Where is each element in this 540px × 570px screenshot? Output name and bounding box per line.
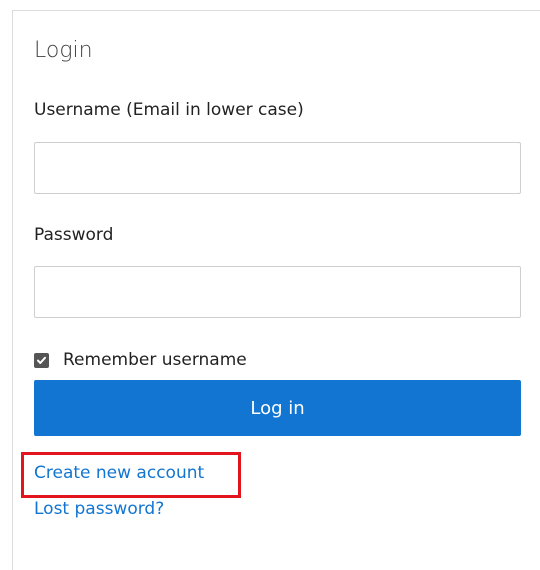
checkmark-icon (37, 356, 46, 364)
lost-password-link[interactable]: Lost password? (34, 499, 164, 519)
username-input[interactable] (34, 142, 521, 194)
remember-username-label: Remember username (63, 350, 247, 370)
login-button[interactable]: Log in (34, 380, 521, 436)
password-label: Password (34, 225, 114, 245)
password-input[interactable] (34, 266, 521, 318)
remember-username-checkbox[interactable] (34, 352, 49, 368)
login-title: Login (34, 38, 93, 63)
remember-username-row[interactable]: Remember username (34, 350, 247, 370)
username-label: Username (Email in lower case) (34, 100, 304, 120)
create-new-account-link[interactable]: Create new account (34, 463, 204, 483)
